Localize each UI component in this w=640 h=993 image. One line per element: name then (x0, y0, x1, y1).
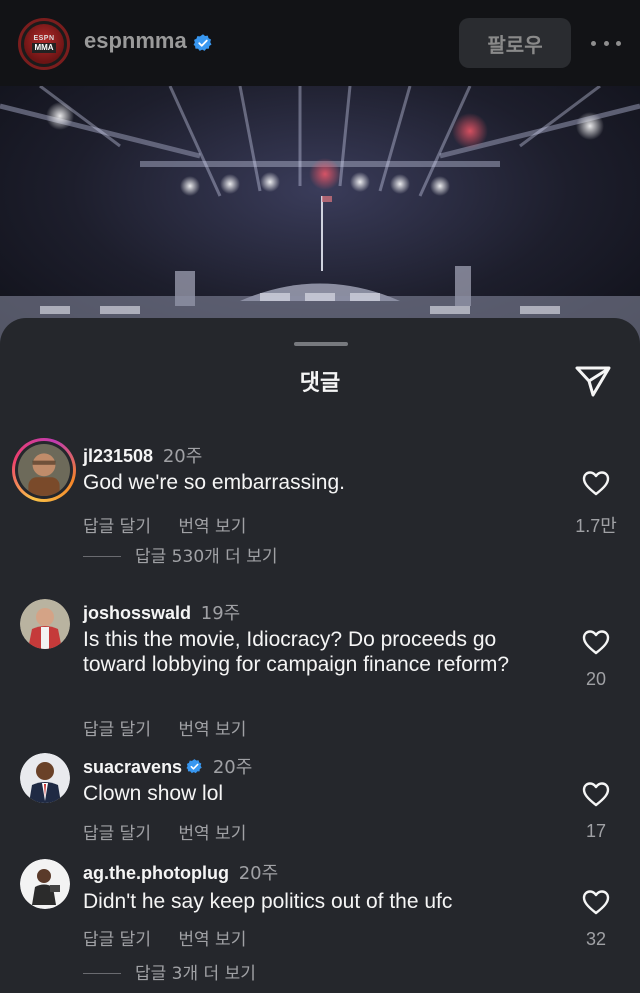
post-image (0, 86, 640, 346)
more-horizontal-icon[interactable] (591, 33, 621, 53)
comment-username[interactable]: suacravens (83, 757, 182, 777)
user-photo (20, 859, 70, 909)
heart-icon[interactable] (582, 781, 610, 807)
like-count: 20 (585, 669, 607, 689)
top-bar: ESPN MMA espnmma 팔로우 (0, 0, 640, 86)
avatar[interactable] (20, 753, 70, 803)
reply-button[interactable]: 답글 달기 (83, 824, 151, 844)
reply-button[interactable]: 답글 달기 (83, 517, 151, 537)
heart-icon[interactable] (582, 889, 610, 915)
view-replies-button[interactable]: 답글 530개 더 보기 (83, 542, 278, 567)
stage-lights-illustration (0, 86, 640, 346)
comment-username[interactable]: jl231508 (83, 446, 153, 466)
comment-header: jl231508 20주 (83, 442, 202, 468)
comment-text: God we're so embarrassing. (83, 471, 345, 494)
comment-text: Didn't he say keep politics out of the u… (83, 890, 453, 913)
divider-line (83, 556, 121, 557)
comment-time: 20주 (238, 863, 279, 884)
comment-header: ag.the.photoplug 20주 (83, 859, 278, 885)
like-count: 1.7만 (575, 516, 617, 536)
comment-actions: 답글 달기 번역 보기 (83, 512, 246, 537)
paper-plane-icon[interactable] (574, 364, 612, 398)
comment-username[interactable]: joshosswald (83, 603, 191, 623)
avatar[interactable] (12, 438, 76, 502)
user-photo (20, 753, 70, 803)
logo-text-line1: ESPN (33, 35, 55, 42)
comments-sheet: 댓글 jl231508 20주 God we're so embarrassin… (0, 318, 640, 993)
divider-line (83, 973, 121, 974)
avatar[interactable] (20, 859, 70, 909)
avatar[interactable] (20, 599, 70, 649)
comment-header: joshosswald 19주 (83, 599, 240, 625)
comment-time: 20주 (162, 446, 203, 467)
comment-text: Clown show lol (83, 782, 224, 805)
heart-icon[interactable] (582, 629, 610, 655)
account-avatar[interactable]: ESPN MMA (18, 18, 70, 70)
user-photo (20, 599, 70, 649)
like-count: 17 (585, 821, 607, 841)
follow-button[interactable]: 팔로우 (459, 18, 571, 68)
espn-mma-logo: ESPN MMA (24, 24, 64, 64)
heart-icon[interactable] (582, 470, 610, 496)
translate-button[interactable]: 번역 보기 (178, 930, 246, 950)
comment-header: suacravens 20주 (83, 753, 252, 779)
reply-button[interactable]: 답글 달기 (83, 720, 151, 740)
like-count: 32 (585, 929, 607, 949)
comments-title: 댓글 (299, 371, 341, 396)
comment-actions: 답글 달기 번역 보기 (83, 925, 246, 950)
comment-time: 20주 (212, 757, 253, 778)
user-photo (18, 444, 70, 499)
comment-time: 19주 (200, 603, 241, 624)
logo-text-line2: MMA (32, 43, 56, 53)
account-name[interactable]: espnmma (84, 28, 187, 54)
comment-actions: 답글 달기 번역 보기 (83, 819, 246, 844)
translate-button[interactable]: 번역 보기 (178, 517, 246, 537)
drag-handle[interactable] (294, 342, 348, 346)
view-replies-button[interactable]: 답글 3개 더 보기 (83, 959, 256, 984)
view-replies-label: 답글 530개 더 보기 (135, 547, 278, 567)
comment-actions: 답글 달기 번역 보기 (83, 715, 246, 740)
verified-badge-icon (193, 34, 212, 51)
view-replies-label: 답글 3개 더 보기 (135, 964, 256, 984)
translate-button[interactable]: 번역 보기 (178, 824, 246, 844)
translate-button[interactable]: 번역 보기 (178, 720, 246, 740)
verified-badge-icon (186, 759, 202, 774)
comment-username[interactable]: ag.the.photoplug (83, 863, 229, 883)
comment-text: Is this the movie, Idiocracy? Do proceed… (83, 628, 510, 676)
reply-button[interactable]: 답글 달기 (83, 930, 151, 950)
